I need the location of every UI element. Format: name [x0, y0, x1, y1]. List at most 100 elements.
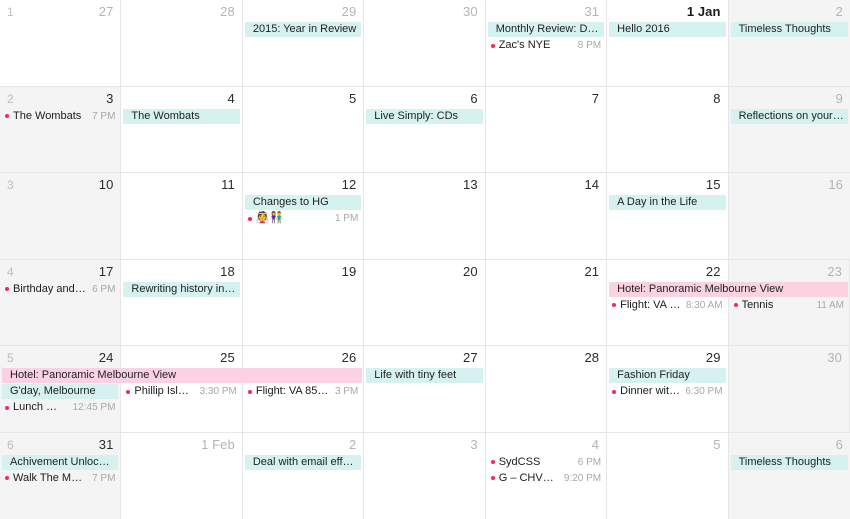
calendar-day-cell[interactable]: 27 Life with tiny feet — [364, 346, 486, 432]
timed-event-row[interactable]: Tennis 11 AM — [729, 298, 849, 313]
event-title: Flight: VA 853 fr... — [255, 385, 330, 397]
calendar-week-row: 6 31 Achivement Unlocke... Walk The Moon 7 P… — [0, 432, 850, 519]
calendar-day-cell[interactable]: 6 Timeless Thoughts — [728, 432, 850, 519]
day-number: 6 — [835, 436, 843, 452]
all-day-event-chip[interactable]: Live Simply: CDs — [366, 108, 483, 124]
calendar-day-cell[interactable]: 4 17 Birthday and Gr... 6 PM — [0, 259, 122, 345]
day-number: 30 — [463, 4, 478, 19]
timed-event-row[interactable]: G – CHVRCH... 9:20 PM — [486, 471, 606, 486]
all-day-event-chip[interactable]: Timeless Thoughts — [730, 22, 848, 37]
calendar-day-cell[interactable]: 6 31 Achivement Unlocke... Walk The Moon 7 P… — [0, 432, 122, 519]
calendar-day-cell[interactable]: 26 Flight: VA 853 fr... 3 PM — [242, 346, 365, 432]
calendar-day-cell[interactable]: 29 Fashion Friday Dinner with L... 6:30 PM — [607, 346, 729, 432]
timed-event-row[interactable]: Zac's NYE 8 PM — [486, 38, 606, 53]
day-events-list: The Wombats 7 PM — [0, 109, 120, 125]
multi-day-event-banner[interactable]: Hotel: Panoramic Melbourne View — [2, 368, 363, 383]
day-number: 2 — [835, 4, 843, 19]
calendar-day-cell[interactable]: 19 — [242, 259, 365, 345]
day-number: 31 — [584, 4, 600, 19]
calendar-day-cell[interactable]: 3 — [364, 432, 486, 519]
event-bullet-icon — [612, 389, 617, 394]
calendar-day-cell[interactable]: 20 — [364, 259, 486, 345]
calendar-day-cell[interactable]: 1 27 — [0, 0, 122, 86]
timed-event-row[interactable]: Walk The Moon 7 PM — [0, 471, 120, 486]
day-number: 8 — [713, 90, 721, 106]
day-number: 1 Jan — [686, 4, 721, 19]
day-events-list: Timeless Thoughts — [729, 454, 850, 471]
calendar-day-cell[interactable]: 5 24 G'day, Melbourne Lunch @ Vu... 12:45 PM — [0, 346, 122, 432]
calendar-day-cell[interactable]: 7 — [485, 86, 608, 172]
timed-event-row[interactable]: Flight: VA 82... 8:30 AM — [607, 298, 727, 313]
day-number: 3 — [470, 436, 478, 452]
week-number: 4 — [7, 264, 14, 279]
calendar-day-cell[interactable]: 30 — [728, 346, 850, 432]
all-day-event-chip[interactable]: Rewriting history in git — [123, 281, 240, 297]
all-day-event-chip[interactable]: Hello 2016 — [609, 22, 726, 37]
calendar-day-cell[interactable]: 5 — [242, 86, 365, 172]
calendar-day-cell[interactable]: 13 — [364, 173, 486, 259]
all-day-event-chip[interactable]: Life with tiny feet — [366, 368, 483, 383]
calendar-day-cell[interactable]: 29 2015: Year in Review — [242, 0, 365, 86]
event-bullet-icon — [733, 303, 738, 307]
calendar-day-cell[interactable]: 25 Phillip Island... 3:30 PM — [121, 346, 243, 432]
calendar-day-cell[interactable]: 22 Flight: VA 82... 8:30 AM — [607, 259, 729, 345]
all-day-event-chip[interactable]: 2015: Year in Review — [244, 22, 362, 37]
timed-event-row[interactable]: SydCSS 6 PM — [486, 455, 606, 470]
all-day-event-chip[interactable]: Timeless Thoughts — [730, 454, 848, 470]
week-number: 2 — [7, 91, 14, 106]
calendar-day-cell[interactable]: 11 — [121, 173, 243, 259]
day-events-list: Live Simply: CDs — [364, 108, 484, 125]
event-time: 8:30 AM — [685, 299, 723, 311]
day-number: 20 — [463, 263, 478, 279]
timed-event-row[interactable]: Birthday and Gr... 6 PM — [0, 282, 120, 297]
all-day-event-chip[interactable]: Deal with email effec... — [244, 454, 362, 470]
timed-event-row[interactable]: Flight: VA 853 fr... 3 PM — [243, 384, 363, 399]
calendar-day-cell[interactable]: 2 Timeless Thoughts — [728, 0, 850, 86]
all-day-event-chip[interactable]: Monthly Review: Dec... — [487, 22, 605, 37]
calendar-day-cell[interactable]: 28 — [121, 0, 243, 86]
calendar-day-cell[interactable]: 4 SydCSS 6 PM G – CHVRCH... 9:20 PM — [485, 432, 608, 519]
calendar-day-cell[interactable]: 4 The Wombats — [121, 86, 243, 172]
all-day-event-chip[interactable]: G'day, Melbourne — [2, 384, 119, 399]
calendar-day-cell[interactable]: 18 Rewriting history in git — [121, 259, 243, 345]
calendar-day-cell[interactable]: 15 A Day in the Life — [607, 173, 729, 259]
timed-event-row[interactable]: Dinner with L... 6:30 PM — [607, 384, 727, 399]
all-day-event-chip[interactable]: The Wombats — [123, 108, 240, 124]
event-bullet-icon — [126, 389, 131, 394]
calendar-day-cell[interactable]: 2 Deal with email effec... — [242, 432, 365, 519]
calendar-day-cell[interactable]: 21 — [485, 259, 608, 345]
calendar-day-cell[interactable]: 12 Changes to HG 👰👫 1 PM — [242, 173, 365, 259]
event-title: The Wombats — [13, 109, 82, 122]
all-day-event-chip[interactable]: Reflections on your s... — [730, 108, 848, 124]
all-day-event-chip[interactable]: Achivement Unlocke... — [2, 454, 119, 470]
calendar-day-cell[interactable]: 6 Live Simply: CDs — [364, 86, 486, 172]
calendar-day-cell[interactable]: 5 — [607, 432, 729, 519]
day-number: 27 — [463, 350, 478, 365]
calendar-day-cell[interactable]: 1 Feb — [121, 432, 243, 519]
day-events-list: Achivement Unlocke... Walk The Moon 7 PM — [0, 454, 120, 487]
event-title: Zac's NYE — [498, 39, 551, 51]
calendar-day-cell[interactable]: 23 Tennis 11 AM — [728, 259, 850, 345]
calendar-day-cell[interactable]: 31 Monthly Review: Dec... Zac's NYE 8 PM — [485, 0, 608, 86]
multi-day-event-banner[interactable]: Hotel: Panoramic Melbourne View — [609, 281, 848, 297]
calendar-day-cell[interactable]: 8 — [607, 86, 729, 172]
all-day-event-chip[interactable]: A Day in the Life — [609, 195, 726, 210]
all-day-event-chip[interactable]: Fashion Friday — [609, 368, 726, 383]
calendar-day-cell[interactable]: 9 Reflections on your s... — [728, 86, 850, 172]
calendar-day-cell[interactable]: 14 — [485, 173, 608, 259]
timed-event-row[interactable]: Lunch @ Vu... 12:45 PM — [0, 400, 120, 415]
all-day-event-chip[interactable]: Changes to HG — [244, 195, 362, 210]
calendar-day-cell[interactable]: 28 — [485, 346, 608, 432]
calendar-day-cell[interactable]: 1 Jan Hello 2016 — [607, 0, 729, 86]
day-number: 15 — [705, 177, 721, 192]
day-number: 14 — [584, 177, 600, 192]
calendar-day-cell[interactable]: 30 — [364, 0, 486, 86]
calendar-day-cell[interactable]: 2 3 The Wombats 7 PM — [0, 86, 122, 172]
day-number: 22 — [705, 263, 721, 279]
calendar-day-cell[interactable]: 16 — [728, 173, 850, 259]
timed-event-row[interactable]: The Wombats 7 PM — [0, 109, 120, 124]
timed-event-row[interactable]: Phillip Island... 3:30 PM — [121, 384, 241, 399]
day-number: 29 — [341, 4, 357, 19]
timed-event-row[interactable]: 👰👫 1 PM — [243, 211, 363, 226]
calendar-day-cell[interactable]: 3 10 — [0, 173, 122, 259]
